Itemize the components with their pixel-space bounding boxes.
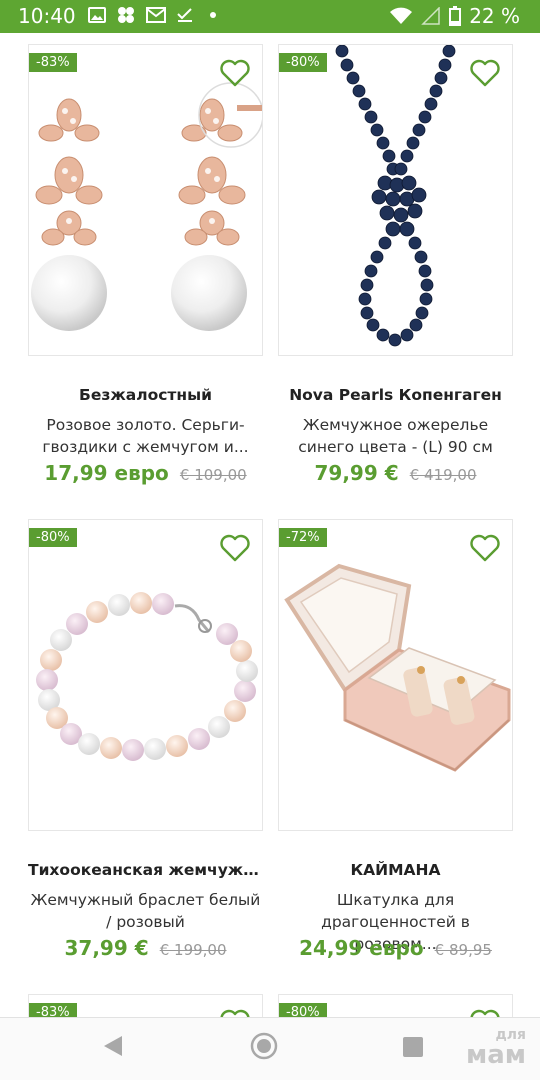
sale-price: 79,99 € (314, 461, 399, 485)
sale-price: 24,99 евро (299, 936, 424, 960)
checklist-icon (177, 8, 192, 22)
price-row: 37,99 € € 199,00 (28, 936, 263, 960)
product-description-line: синего цвета - (L) 90 см (298, 438, 493, 456)
system-navigation-bar: для мам (0, 1017, 540, 1080)
product-description-line: Шкатулка для (336, 891, 455, 909)
product-brand: Безжалостный (79, 386, 212, 404)
discount-badge: -80% (279, 53, 327, 72)
product-image[interactable]: -83% (28, 44, 263, 356)
watermark-line: мам (465, 1040, 526, 1070)
pearl-bracelet-image (36, 592, 258, 761)
battery-level: 22 % (469, 4, 520, 28)
original-price: € 199,00 (159, 941, 227, 959)
watermark-logo: для мам (466, 1028, 526, 1068)
favorite-heart-icon[interactable] (220, 59, 250, 87)
discount-badge: -80% (29, 528, 77, 547)
signal-icon (421, 7, 440, 25)
product-description-line: Жемчужное ожерелье (302, 416, 489, 434)
favorite-heart-icon[interactable] (220, 534, 250, 562)
price-row: 79,99 € € 419,00 (278, 461, 513, 485)
back-icon[interactable] (102, 1034, 124, 1058)
favorite-heart-icon[interactable] (470, 59, 500, 87)
original-price: € 419,00 (409, 466, 477, 484)
product-description-line: гвоздики с жемчугом и... (42, 438, 249, 456)
image-icon (88, 7, 106, 23)
product-brand: Тихоокеанская жемчужна... (28, 861, 263, 879)
product-image[interactable]: -72% (278, 519, 513, 831)
status-bar: 10:40 22 % (0, 0, 540, 33)
wifi-icon (390, 7, 413, 24)
mail-icon (146, 7, 166, 23)
product-image[interactable]: -80% (278, 44, 513, 356)
price-row: 17,99 евро € 109,00 (28, 461, 263, 485)
product-description-line: / розовый (106, 913, 185, 931)
home-icon[interactable] (250, 1032, 278, 1060)
product-description-line: Жемчужный браслет белый (30, 891, 261, 909)
discount-badge: -83% (29, 53, 77, 72)
blue-pearl-necklace-image (335, 45, 456, 347)
app-cluster-icon (118, 7, 134, 23)
pearl-earrings-image (31, 82, 262, 331)
jewelry-box-image (284, 563, 511, 772)
product-brand: КАЙМАНА (350, 861, 441, 879)
original-price: € 89,95 (434, 941, 492, 959)
product-image[interactable]: -80% (28, 519, 263, 831)
sale-price: 17,99 евро (44, 461, 169, 485)
price-row: 24,99 евро € 89,95 (278, 936, 513, 960)
sale-price: 37,99 € (64, 936, 149, 960)
recent-apps-icon[interactable] (402, 1036, 424, 1058)
discount-badge: -72% (279, 528, 327, 547)
product-description-line: Розовое золото. Серьги- (46, 416, 245, 434)
favorite-heart-icon[interactable] (470, 534, 500, 562)
battery-icon (449, 6, 462, 26)
status-time: 10:40 (18, 4, 76, 28)
product-brand: Nova Pearls Копенгаген (289, 386, 502, 404)
original-price: € 109,00 (179, 466, 247, 484)
notification-dot-icon (210, 12, 216, 18)
